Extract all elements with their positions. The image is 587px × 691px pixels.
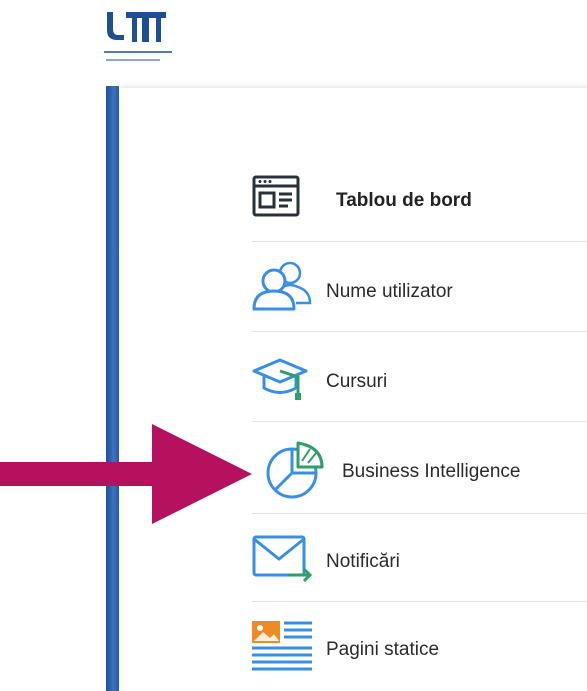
menu-item-username[interactable]: Nume utilizator [252, 245, 587, 332]
graduation-cap-icon [252, 358, 308, 400]
dashboard-icon [252, 175, 300, 217]
menu-item-courses[interactable]: Cursuri [252, 335, 587, 422]
menu-item-business-intelligence[interactable]: Business Intelligence [252, 425, 587, 514]
sidebar-accent-bar [106, 86, 119, 691]
logo-icon [104, 12, 172, 61]
static-page-icon [252, 621, 312, 671]
annotation-arrow-icon [0, 424, 252, 524]
menu-label: Nume utilizator [326, 281, 453, 302]
menu-item-dashboard[interactable]: Tablou de bord [252, 155, 587, 242]
menu-label: Tablou de bord [336, 190, 472, 211]
users-icon [252, 261, 312, 311]
mail-arrow-icon [252, 535, 313, 583]
menu-label: Business Intelligence [342, 461, 521, 482]
menu-item-static-pages[interactable]: Pagini statice [252, 605, 587, 691]
logo-text: UT [174, 8, 175, 9]
university-logo[interactable]: UT [104, 8, 174, 64]
menu-label: Pagini statice [326, 639, 440, 660]
pie-chart-icon [266, 441, 324, 499]
menu-label: Cursuri [326, 371, 388, 392]
menu-item-notifications[interactable]: Notificări [252, 515, 587, 602]
page: UT Tablou de bord [0, 0, 587, 691]
menu-label: Notificări [326, 551, 400, 572]
